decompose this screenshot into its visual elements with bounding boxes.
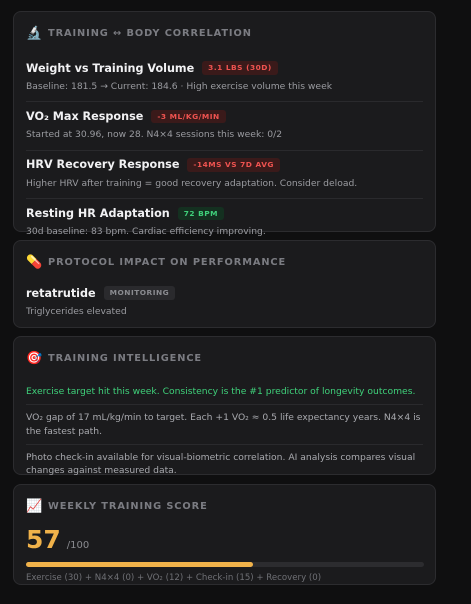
score-title: WEEKLY TRAINING SCORE	[48, 500, 208, 512]
target-icon: 🎯	[26, 350, 43, 366]
protocol-title: PROTOCOL IMPACT ON PERFORMANCE	[48, 256, 287, 268]
monitoring-badge: MONITORING	[103, 286, 176, 300]
score-progress-bar	[26, 562, 424, 567]
row-title: Weight vs Training Volume	[26, 61, 195, 75]
score-breakdown: Exercise (30) + N4×4 (0) + VO₂ (12) + Ch…	[26, 573, 322, 583]
row-subtitle: Started at 30.96, now 28. N4×4 sessions …	[26, 129, 283, 141]
protocol-item: retatrutide MONITORING Triglycerides ele…	[26, 283, 423, 326]
score-max: /100	[66, 540, 90, 551]
correlation-row-vo2: VO₂ Max Response -3 ML/KG/MIN Started at…	[26, 102, 423, 151]
intelligence-title: TRAINING INTELLIGENCE	[48, 352, 203, 364]
protocol-item-subtitle: Triglycerides elevated	[26, 306, 127, 317]
protocol-header: 💊 PROTOCOL IMPACT ON PERFORMANCE	[26, 253, 423, 271]
insight-line: Photo check-in available for visual-biom…	[26, 445, 423, 485]
chart-icon: 📈	[26, 498, 43, 514]
status-badge: -14MS VS 7D AVG	[187, 158, 280, 172]
score-progress-fill	[26, 562, 253, 567]
score-card: 📈 WEEKLY TRAINING SCORE 57 /100 Exercise…	[13, 484, 436, 585]
row-subtitle: Baseline: 181.5 → Current: 184.6 · High …	[26, 81, 333, 92]
correlation-header: 🔬 TRAINING ↔ BODY CORRELATION	[26, 24, 423, 42]
insight-line: VO₂ gap of 17 mL/kg/min to target. Each …	[26, 405, 423, 446]
correlation-title: TRAINING ↔ BODY CORRELATION	[48, 27, 252, 39]
row-subtitle: 30d baseline: 83 bpm. Cardiac efficiency…	[26, 226, 266, 238]
pill-icon: 💊	[26, 254, 43, 270]
status-badge: -3 ML/KG/MIN	[151, 109, 226, 124]
protocol-item-title: retatrutide	[26, 286, 96, 300]
row-title: HRV Recovery Response	[26, 158, 180, 172]
score-value: 57	[26, 525, 61, 554]
row-title: Resting HR Adaptation	[26, 206, 170, 220]
microscope-icon: 🔬	[26, 25, 43, 41]
status-badge: 72 BPM	[177, 206, 225, 220]
insight-line: Exercise target hit this week. Consisten…	[26, 379, 423, 406]
status-badge: 3.1 LBS (30D)	[202, 61, 278, 75]
intelligence-header: 🎯 TRAINING INTELLIGENCE	[26, 349, 423, 367]
score-header: 📈 WEEKLY TRAINING SCORE	[26, 497, 423, 515]
correlation-card: 🔬 TRAINING ↔ BODY CORRELATION Weight vs …	[13, 11, 436, 237]
intelligence-card: 🎯 TRAINING INTELLIGENCE Exercise target …	[13, 336, 436, 485]
correlation-row-weight: Weight vs Training Volume 3.1 LBS (30D) …	[26, 54, 423, 103]
row-subtitle: Higher HRV after training = good recover…	[26, 177, 358, 189]
score-line: 57 /100	[26, 527, 423, 552]
protocol-card: 💊 PROTOCOL IMPACT ON PERFORMANCE retatru…	[13, 240, 436, 328]
row-title: VO₂ Max Response	[26, 109, 144, 123]
correlation-row-hrv: HRV Recovery Response -14MS VS 7D AVG Hi…	[26, 151, 423, 200]
